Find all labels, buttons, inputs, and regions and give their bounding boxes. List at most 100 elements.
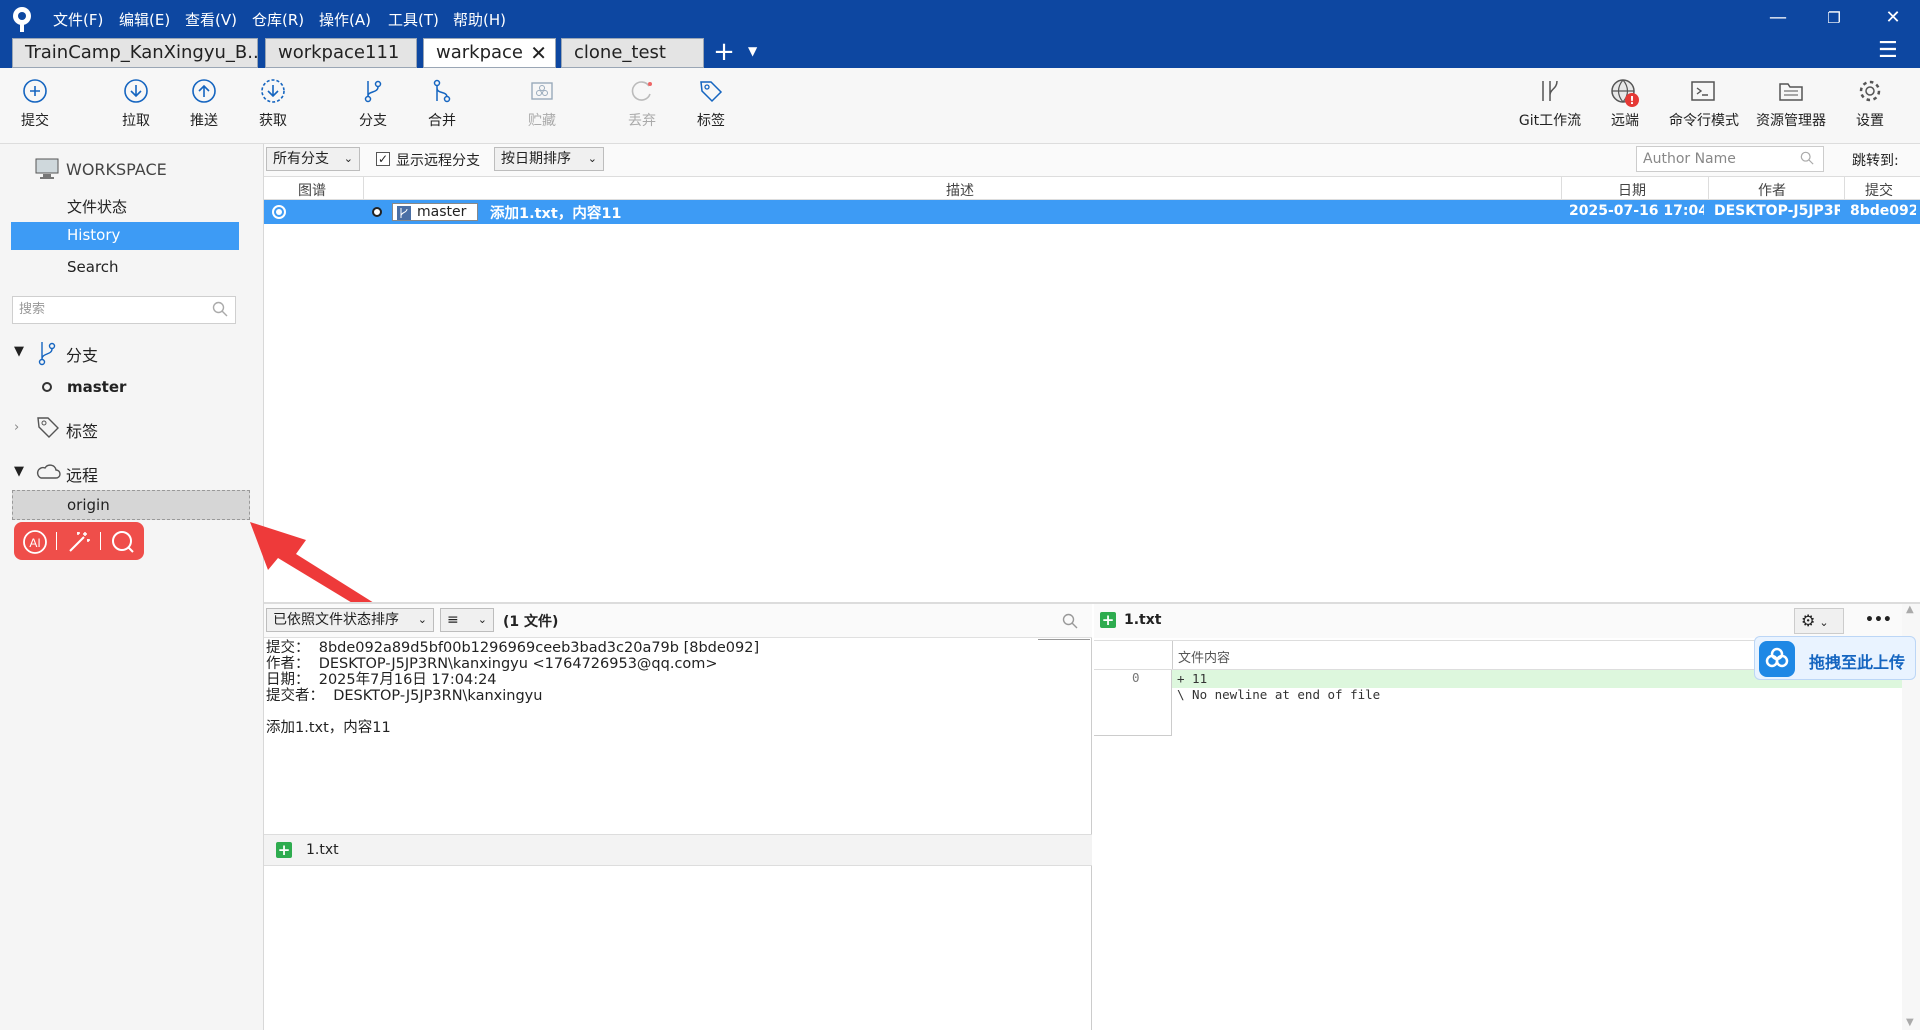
restore-button[interactable]: ❐: [1819, 6, 1849, 30]
menu-help[interactable]: 帮助(H): [453, 9, 506, 30]
workspace-heading: WORKSPACE: [66, 160, 167, 179]
upload-label: 拖拽至此上传: [1809, 653, 1906, 672]
diff-line-2: \ No newline at end of file: [1177, 687, 1381, 702]
branch-tag-label: master: [417, 204, 467, 220]
scroll-down-icon[interactable]: ▼: [1906, 1017, 1914, 1028]
table-row[interactable]: master 添加1.txt，内容11 2025-07-16 17:04 DES…: [264, 200, 1920, 224]
monitor-icon: [35, 158, 59, 184]
settings-button[interactable]: 设置: [1838, 78, 1902, 130]
column-date[interactable]: 日期: [1618, 180, 1646, 200]
search-icon[interactable]: [1062, 613, 1078, 633]
menu-repository[interactable]: 仓库(R): [252, 9, 304, 30]
fetch-button[interactable]: 获取: [241, 78, 305, 130]
sidebar-item-file-status[interactable]: 文件状态: [67, 196, 127, 217]
gitflow-button[interactable]: Git工作流: [1518, 78, 1582, 130]
merge-label: 合并: [428, 113, 456, 129]
tab-warkpace[interactable]: warkpace ✕: [423, 38, 556, 68]
terminal-button[interactable]: 命令行模式: [1669, 78, 1739, 130]
branch-icon: [397, 206, 411, 220]
view-mode-dropdown[interactable]: ≡ ⌄: [440, 608, 494, 632]
hunk-title: 文件内容: [1178, 651, 1231, 666]
chevron-down-icon[interactable]: ▼: [14, 344, 24, 359]
branch-filter-dropdown[interactable]: 所有分支 ⌄: [266, 147, 360, 171]
tab-traincamp[interactable]: TrainCamp_KanXingyu_B...: [12, 38, 258, 68]
svg-text:AI: AI: [29, 536, 40, 550]
gear-icon: ⚙: [1801, 611, 1816, 630]
jump-to-label[interactable]: 跳转到:: [1852, 150, 1899, 170]
author-filter-input[interactable]: Author Name: [1636, 146, 1824, 172]
push-button[interactable]: 推送: [172, 78, 236, 130]
list-item[interactable]: + 1.txt: [276, 842, 676, 860]
tab-list-chevron-icon[interactable]: ▼: [748, 44, 757, 58]
branch-button[interactable]: 分支: [341, 78, 405, 130]
column-graph[interactable]: 图谱: [298, 180, 326, 200]
hamburger-menu-icon[interactable]: ☰: [1878, 38, 1898, 63]
branches-heading[interactable]: 分支: [66, 342, 98, 366]
settings-label: 设置: [1856, 113, 1884, 129]
remote-button[interactable]: ! 远端: [1593, 78, 1657, 130]
menu-edit[interactable]: 编辑(E): [119, 9, 170, 30]
explorer-button[interactable]: 资源管理器: [1756, 78, 1826, 130]
chevron-down-icon: ⌄: [343, 152, 353, 165]
arrow-down-circle-icon: [124, 79, 148, 103]
push-label: 推送: [190, 113, 218, 129]
chevron-down-icon: ⌄: [477, 613, 487, 626]
diff-settings-dropdown[interactable]: ⚙ ⌄: [1794, 608, 1844, 634]
more-options-button[interactable]: •••: [1865, 612, 1892, 628]
merge-button[interactable]: 合并: [410, 78, 474, 130]
pull-button[interactable]: 拉取: [104, 78, 168, 130]
sidebar: [0, 144, 264, 1030]
changed-file-name: 1.txt: [306, 842, 339, 858]
show-remote-checkbox[interactable]: ✓: [376, 152, 390, 166]
tab-clone-test[interactable]: clone_test: [561, 38, 704, 68]
branch-item-master[interactable]: master: [67, 378, 126, 396]
plus-circle-icon: [23, 79, 47, 103]
sidebar-item-history[interactable]: History: [11, 222, 239, 250]
close-tab-icon[interactable]: ✕: [530, 39, 547, 67]
folder-icon: [1779, 83, 1803, 101]
magic-wand-icon[interactable]: [66, 529, 92, 555]
column-author[interactable]: 作者: [1758, 180, 1786, 200]
commit-button[interactable]: 提交: [3, 78, 67, 130]
discard-button[interactable]: 丢弃: [610, 78, 674, 130]
add-tab-button[interactable]: +: [712, 37, 736, 67]
chevron-down-icon[interactable]: ▼: [14, 464, 24, 479]
menu-actions[interactable]: 操作(A): [319, 9, 371, 30]
line-number: 0: [1132, 670, 1140, 685]
branch-label-tag[interactable]: master: [392, 203, 478, 221]
column-description[interactable]: 描述: [946, 180, 974, 200]
tag-button[interactable]: 标签: [679, 78, 743, 130]
ai-icon[interactable]: AI: [22, 529, 48, 555]
line-number-gutter: 0: [1094, 670, 1172, 736]
menu-view[interactable]: 查看(V): [185, 9, 237, 30]
ai-floating-toolbar: AI: [14, 522, 144, 560]
menu-file[interactable]: 文件(F): [53, 9, 103, 30]
remote-alert-badge: !: [1629, 94, 1634, 107]
stash-icon: [531, 82, 553, 100]
file-sort-dropdown[interactable]: 已依照文件状态排序 ⌄: [266, 608, 434, 632]
minimize-button[interactable]: —: [1763, 6, 1793, 30]
sidebar-search-input[interactable]: 搜索: [12, 296, 236, 324]
sidebar-item-search[interactable]: Search: [67, 258, 119, 276]
tab-label: warkpace: [436, 42, 524, 63]
search-icon[interactable]: [110, 529, 136, 555]
remotes-heading[interactable]: 远程: [66, 462, 98, 486]
branch-label: 分支: [359, 113, 387, 129]
menu-tools[interactable]: 工具(T): [388, 9, 439, 30]
tab-label: workpace111: [278, 42, 400, 63]
commit-message-body: 添加1.txt，内容11: [266, 720, 391, 736]
scroll-up-icon[interactable]: ▲: [1906, 604, 1914, 615]
gitflow-icon: [1542, 80, 1558, 101]
drag-upload-button[interactable]: 拖拽至此上传: [1754, 636, 1916, 680]
remote-item-origin[interactable]: origin: [12, 490, 250, 520]
cloud-upload-icon: [1759, 641, 1795, 677]
terminal-icon: [1691, 81, 1715, 101]
chevron-right-icon[interactable]: ›: [14, 420, 19, 435]
column-commit[interactable]: 提交: [1865, 180, 1893, 200]
stash-button[interactable]: 贮藏: [510, 78, 574, 130]
tab-workpace111[interactable]: workpace111: [265, 38, 417, 68]
sort-order-dropdown[interactable]: 按日期排序 ⌄: [494, 147, 604, 171]
tags-heading[interactable]: 标签: [66, 418, 98, 442]
close-button[interactable]: ✕: [1878, 6, 1908, 30]
fetch-label: 获取: [259, 113, 287, 129]
